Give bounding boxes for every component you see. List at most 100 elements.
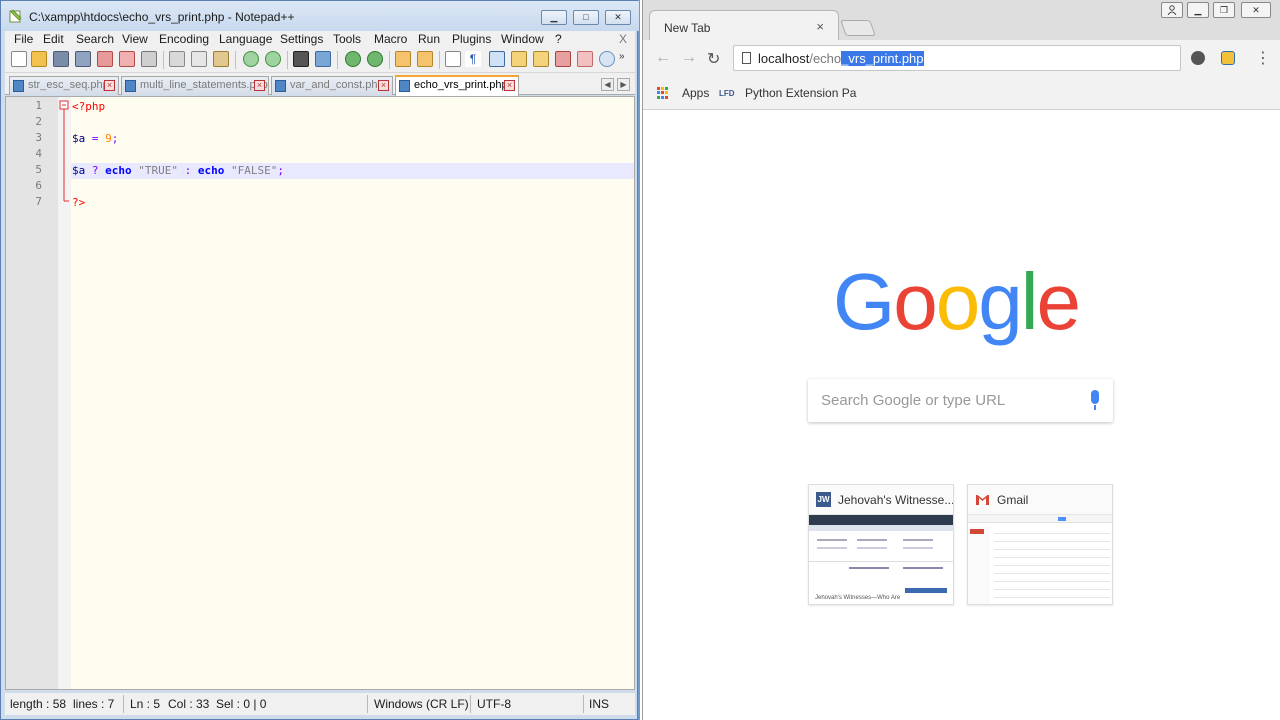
tile-thumbnail: Jehovah's Witnesses—Who Are	[809, 515, 953, 604]
close-button[interactable]: ✕	[605, 10, 631, 25]
python-extension-icon[interactable]	[1221, 51, 1235, 65]
sync-vertical-icon[interactable]	[395, 51, 411, 67]
address-bar-url[interactable]: localhost/echo_vrs_print.php	[758, 51, 924, 66]
new-file-icon[interactable]	[11, 51, 27, 67]
notepad-titlebar[interactable]: C:\xampp\htdocs\echo_vrs_print.php - Not…	[1, 1, 639, 31]
menu-search[interactable]: Search	[76, 32, 114, 46]
tab-multi-line-statements[interactable]: multi_line_statements.php ×	[121, 76, 269, 95]
cut-icon[interactable]	[169, 51, 185, 67]
tab-scroll-right-icon[interactable]: ▶	[617, 78, 630, 91]
code-editor[interactable]: 1 2 3 4 5 6 7 <?php $a = 9; $a ? echo "T…	[5, 96, 635, 690]
close-file-icon[interactable]	[97, 51, 113, 67]
code-line-5: $a ? echo "TRUE" : echo "FALSE";	[71, 163, 634, 179]
tile-header: Gmail	[968, 485, 1112, 515]
menu-plugins[interactable]: Plugins	[452, 32, 491, 46]
zoom-in-icon[interactable]	[345, 51, 361, 67]
bookmark-apps[interactable]: Apps	[682, 86, 709, 100]
tab-close-icon[interactable]: ×	[254, 80, 265, 91]
menu-help[interactable]: ?	[555, 32, 562, 46]
chrome-toolbar: ← → ↻ localhost/echo_vrs_print.php ⋮	[643, 40, 1280, 76]
tab-close-icon[interactable]: ×	[504, 80, 515, 91]
new-tab-page: Google Search Google or type URL JW Jeho…	[643, 111, 1280, 720]
indent-guide-icon[interactable]	[489, 51, 505, 67]
menu-macro[interactable]: Macro	[374, 32, 407, 46]
open-file-icon[interactable]	[31, 51, 47, 67]
toolbar-overflow-icon[interactable]: »	[619, 51, 629, 67]
copy-icon[interactable]	[191, 51, 207, 67]
profile-icon[interactable]	[1161, 2, 1183, 18]
menu-edit[interactable]: Edit	[43, 32, 64, 46]
page-info-icon[interactable]	[742, 52, 751, 64]
word-wrap-icon[interactable]	[445, 51, 461, 67]
chrome-restore-icon[interactable]: ❐	[1213, 2, 1235, 18]
most-visited-tile-gmail[interactable]: Gmail	[967, 484, 1113, 605]
find-icon[interactable]	[293, 51, 309, 67]
redo-icon[interactable]	[265, 51, 281, 67]
menu-tools[interactable]: Tools	[333, 32, 361, 46]
code-area[interactable]: <?php $a = 9; $a ? echo "TRUE" : echo "F…	[71, 97, 634, 689]
sync-horizontal-icon[interactable]	[417, 51, 433, 67]
chrome-minimize-icon[interactable]: ▁	[1187, 2, 1209, 18]
php-file-icon	[125, 80, 136, 92]
show-all-characters-icon[interactable]: ¶	[465, 51, 481, 67]
semicolon: ;	[277, 164, 284, 177]
apps-icon[interactable]	[657, 87, 669, 99]
tab-echo-vrs-print[interactable]: echo_vrs_print.php ×	[395, 75, 519, 96]
tab-var-and-const[interactable]: var_and_const.php ×	[271, 76, 393, 95]
close-all-icon[interactable]	[119, 51, 135, 67]
tile-thumbnail-caption: Jehovah's Witnesses—Who Are	[815, 595, 901, 601]
menu-encoding[interactable]: Encoding	[159, 32, 209, 46]
forward-icon[interactable]: →	[681, 49, 697, 67]
tab-scroll-left-icon[interactable]: ◀	[601, 78, 614, 91]
most-visited-tile-jw[interactable]: JW Jehovah's Witnesse... Jehovah's Witne…	[808, 484, 954, 605]
save-icon[interactable]	[53, 51, 69, 67]
menu-run[interactable]: Run	[418, 32, 440, 46]
tab-str-esc-seq[interactable]: str_esc_seq.php ×	[9, 76, 119, 95]
maximize-button[interactable]: □	[573, 10, 599, 25]
chrome-close-icon[interactable]: ✕	[1241, 2, 1271, 18]
reload-icon[interactable]: ↻	[707, 49, 720, 69]
chrome-tab-close-icon[interactable]: ×	[816, 19, 824, 34]
menu-view[interactable]: View	[122, 32, 148, 46]
save-all-icon[interactable]	[75, 51, 91, 67]
document-map-icon[interactable]	[533, 51, 549, 67]
chrome-tabstrip[interactable]: New Tab × ▁ ❐ ✕	[643, 0, 1280, 40]
macro-stop-icon[interactable]	[577, 51, 593, 67]
jw-favicon-icon: JW	[816, 492, 831, 507]
semicolon: ;	[111, 132, 119, 145]
extension-icon[interactable]	[1191, 51, 1205, 65]
menu-close-document[interactable]: X	[619, 32, 627, 46]
menu-window[interactable]: Window	[501, 32, 544, 46]
bookmark-python-extension[interactable]: Python Extension Pa	[745, 86, 856, 100]
menu-file[interactable]: File	[14, 32, 33, 46]
status-column: Col : 33	[168, 697, 210, 711]
chrome-menu-icon[interactable]: ⋮	[1255, 48, 1271, 68]
tile-title: Gmail	[997, 493, 1029, 507]
menu-language[interactable]: Language	[219, 32, 272, 46]
undo-icon[interactable]	[243, 51, 259, 67]
status-line: Ln : 5	[130, 697, 161, 711]
php-open-tag: <?php	[72, 100, 106, 113]
google-search-box[interactable]: Search Google or type URL	[808, 379, 1113, 422]
menu-settings[interactable]: Settings	[280, 32, 323, 46]
paste-icon[interactable]	[213, 51, 229, 67]
macro-record-icon[interactable]	[555, 51, 571, 67]
notepad-tabbar: str_esc_seq.php × multi_line_statements.…	[5, 73, 635, 96]
address-bar[interactable]: localhost/echo_vrs_print.php	[733, 45, 1181, 71]
chrome-tab-new-tab[interactable]: New Tab ×	[649, 10, 839, 40]
line-number: 4	[35, 147, 42, 160]
code-line-3: $a = 9;	[71, 131, 634, 147]
macro-playback-icon[interactable]	[599, 51, 615, 67]
replace-icon[interactable]	[315, 51, 331, 67]
microphone-icon[interactable]	[1091, 390, 1099, 410]
tab-close-icon[interactable]: ×	[378, 80, 389, 91]
function-list-icon[interactable]	[511, 51, 527, 67]
tab-close-icon[interactable]: ×	[104, 80, 115, 91]
status-encoding: UTF-8	[477, 697, 511, 711]
print-icon[interactable]	[141, 51, 157, 67]
zoom-out-icon[interactable]	[367, 51, 383, 67]
toolbar-separator	[337, 51, 338, 69]
minimize-button[interactable]: ▁	[541, 10, 567, 25]
back-icon[interactable]: ←	[655, 49, 671, 67]
new-tab-button[interactable]	[840, 20, 876, 36]
